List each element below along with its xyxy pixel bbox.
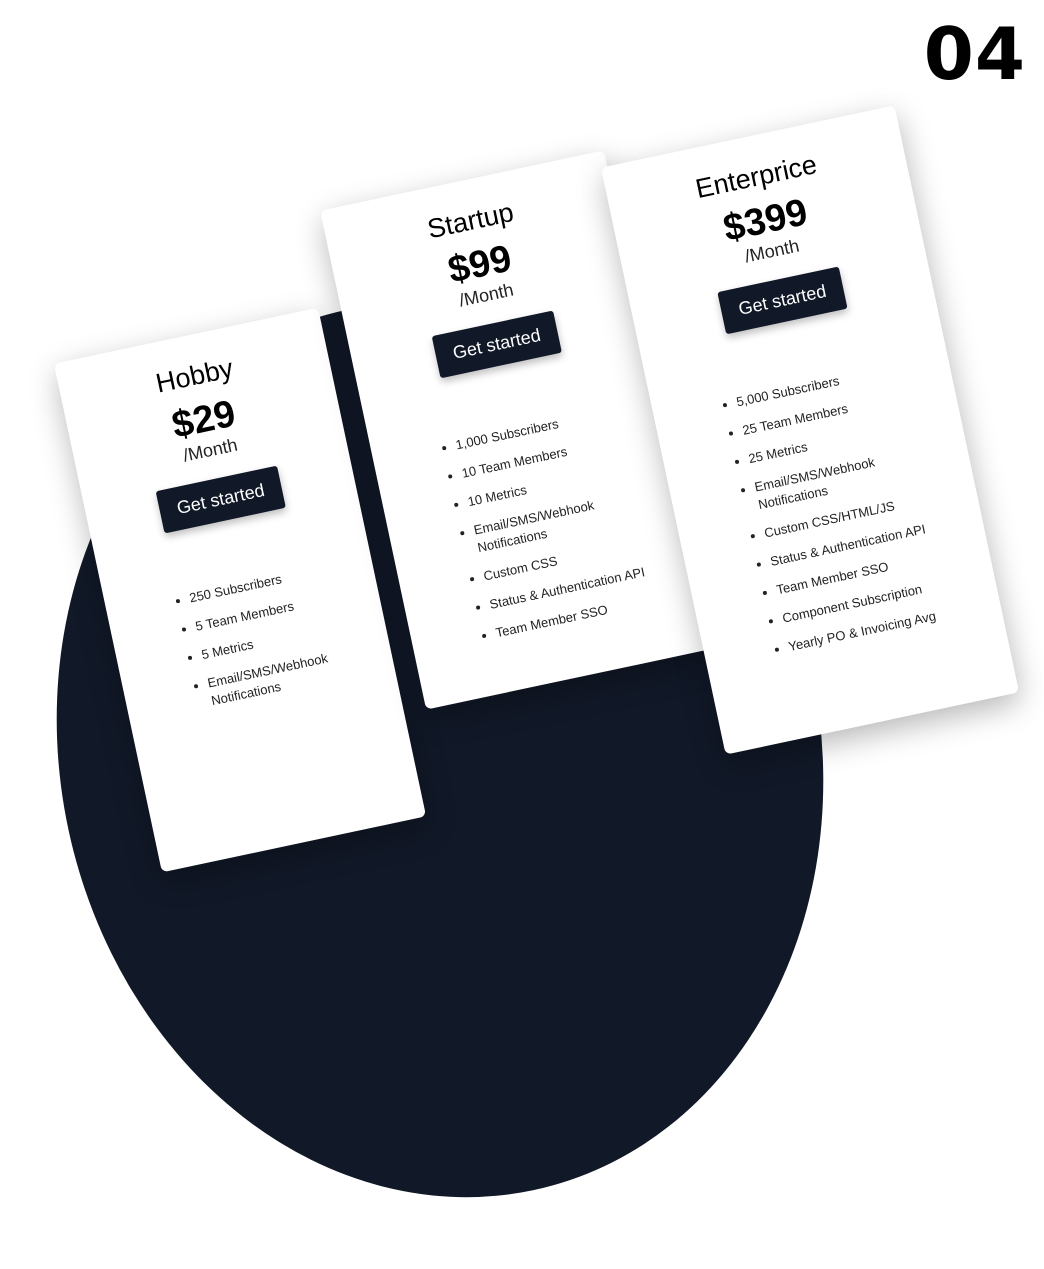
feature-list: 5,000 Subscribers 25 Team Members 25 Met… <box>653 349 1002 674</box>
feature-list: 250 Subscribers 5 Team Members 5 Metrics… <box>106 551 396 729</box>
get-started-button-enterprise[interactable]: Get started <box>717 266 848 335</box>
page-number: 04 <box>923 12 1026 96</box>
get-started-button-hobby[interactable]: Get started <box>156 465 286 534</box>
feature-list: 1,000 Subscribers 10 Team Members 10 Met… <box>372 394 699 660</box>
get-started-button-startup[interactable]: Get started <box>432 310 562 379</box>
